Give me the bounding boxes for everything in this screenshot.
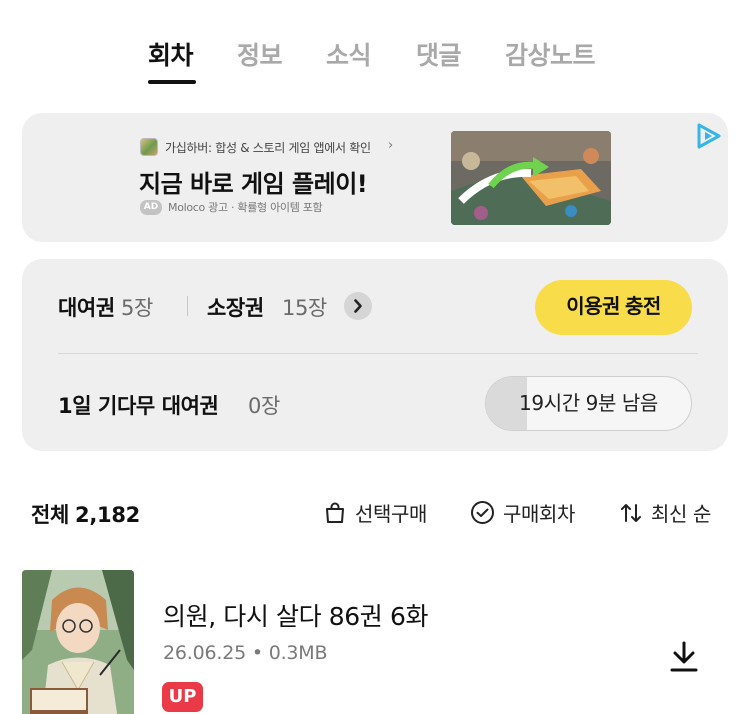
purchased-episodes-label: 구매회차	[503, 502, 575, 526]
chevron-right-icon: ›	[388, 138, 394, 153]
rental-ticket-label: 대여권	[58, 296, 115, 320]
ad-source[interactable]: 가십하버: 합성 & 스토리 게임 앱에서 확인	[165, 139, 371, 156]
ticket-details-button[interactable]	[344, 292, 372, 320]
ad-banner[interactable]: 가십하버: 합성 & 스토리 게임 앱에서 확인 › 지금 바로 게임 플레이!…	[22, 113, 728, 242]
tab-comments[interactable]: 댓글	[416, 36, 462, 72]
divider	[187, 296, 188, 316]
episode-total: 전체 2,182	[31, 499, 140, 529]
ad-app-icon	[140, 138, 158, 156]
check-circle-icon	[471, 501, 494, 524]
download-icon[interactable]	[668, 640, 700, 674]
rental-ticket-count: 5장	[121, 296, 153, 320]
ad-badge: AD	[140, 200, 162, 215]
ad-disclaimer: Moloco 광고 · 확률형 아이템 포함	[168, 201, 323, 214]
wait-free-ticket-label: 1일 기다무 대여권	[58, 394, 219, 418]
episode-thumbnail[interactable]	[22, 570, 134, 714]
wait-free-ticket-count: 0장	[248, 394, 280, 418]
episode-meta: 26.06.25 • 0.3MB	[163, 642, 328, 664]
ad-game-image[interactable]	[451, 131, 611, 225]
active-tab-indicator	[148, 80, 196, 84]
adchoices-icon[interactable]	[695, 122, 723, 150]
tab-episodes[interactable]: 회차	[148, 36, 194, 72]
rental-ticket: 대여권 5장	[58, 292, 153, 322]
up-badge: UP	[162, 682, 203, 712]
tab-news[interactable]: 소식	[326, 36, 372, 72]
purchased-episodes-button[interactable]: 구매회차	[470, 498, 575, 527]
divider	[58, 353, 698, 354]
owned-ticket-count: 15장	[282, 296, 327, 320]
total-count: 2,182	[75, 503, 140, 527]
sort-icon	[621, 503, 641, 522]
total-label: 전체	[31, 503, 70, 527]
ticket-panel: 대여권 5장 소장권 15장 이용권 충전 1일 기다무 대여권 0장 19시간…	[22, 259, 728, 451]
tab-notes[interactable]: 감상노트	[505, 36, 596, 72]
sort-label: 최신 순	[651, 502, 711, 526]
wait-free-timer: 19시간 9분 남음	[485, 376, 692, 431]
charge-ticket-button[interactable]: 이용권 충전	[535, 280, 692, 335]
ad-title[interactable]: 지금 바로 게임 플레이!	[139, 164, 368, 199]
tab-info[interactable]: 정보	[237, 36, 283, 72]
episode-title[interactable]: 의원, 다시 살다 86권 6화	[163, 597, 428, 633]
select-buy-label: 선택구매	[355, 502, 427, 526]
chevron-right-icon	[354, 299, 362, 313]
shopping-bag-icon	[326, 502, 344, 523]
select-buy-button[interactable]: 선택구매	[323, 498, 427, 527]
episode-tabs: 회차 정보 소식 댓글 감상노트	[0, 36, 750, 86]
timer-text: 19시간 9분 남음	[519, 391, 658, 415]
owned-ticket-label: 소장권	[207, 296, 264, 320]
sort-button[interactable]: 최신 순	[619, 498, 711, 527]
